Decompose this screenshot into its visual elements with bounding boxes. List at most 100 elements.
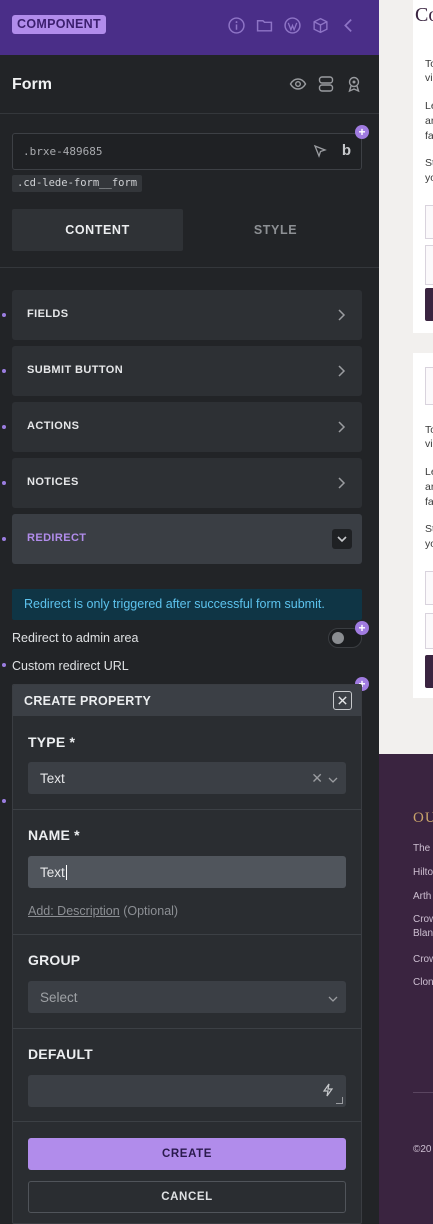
modal-header: CREATE PROPERTY <box>13 685 361 716</box>
divider <box>13 809 361 810</box>
box-icon[interactable] <box>312 17 329 34</box>
custom-redirect-label: Custom redirect URL <box>12 659 129 673</box>
preview-text: vi <box>425 438 433 450</box>
group-placeholder: Select <box>40 990 78 1005</box>
default-label: DEFAULT <box>28 1046 93 1062</box>
type-select[interactable]: Text ✕ <box>28 762 346 794</box>
chevron-down-icon[interactable] <box>332 529 352 549</box>
preview-text: St <box>425 523 433 535</box>
close-icon[interactable] <box>333 691 352 710</box>
divider <box>13 1121 361 1122</box>
bolt-icon[interactable] <box>322 1083 334 1097</box>
footer-copyright: ©20 <box>413 1144 432 1155</box>
cancel-button[interactable]: CANCEL <box>28 1181 346 1213</box>
tab-content[interactable]: CONTENT <box>12 209 183 251</box>
preview-text: ar <box>425 481 433 493</box>
selector-id-text: .brxe-489685 <box>23 145 103 158</box>
resize-handle[interactable] <box>336 1097 343 1104</box>
clear-icon[interactable]: ✕ <box>311 770 323 787</box>
preview-text: yo <box>425 538 433 550</box>
bullet-dot <box>2 481 6 485</box>
preview-button <box>425 288 433 321</box>
footer-link: Hilto <box>413 867 433 878</box>
accordion-actions[interactable]: ACTIONS <box>12 402 362 452</box>
chevron-down-icon <box>328 772 338 783</box>
preview-text: Le <box>425 466 433 478</box>
type-value: Text <box>40 771 65 786</box>
tab-style[interactable]: STYLE <box>190 209 361 251</box>
footer-link: Clon <box>413 977 433 988</box>
footer-divider <box>413 1092 433 1093</box>
layers-icon[interactable] <box>317 75 335 93</box>
element-title: Form <box>12 76 52 93</box>
name-input[interactable]: Text <box>28 856 346 888</box>
footer-link: Blan <box>413 928 433 939</box>
accordion-redirect[interactable]: REDIRECT <box>12 514 362 564</box>
create-property-modal: CREATE PROPERTY TYPE * Text ✕ NAME * Tex… <box>12 684 362 1224</box>
badge-icon[interactable] <box>345 75 363 93</box>
optional-hint: (Optional) <box>123 904 179 918</box>
accordion-label: SUBMIT BUTTON <box>27 364 124 376</box>
accordion-fields[interactable]: FIELDS <box>12 290 362 340</box>
builder-panel: COMPONENT Form .brxe-489685 b + .cd-lede… <box>0 0 379 1224</box>
panel-topbar: COMPONENT <box>0 0 379 55</box>
accordion-label: ACTIONS <box>27 420 80 432</box>
tabs-divider <box>0 267 379 268</box>
chevron-right-icon <box>336 364 346 378</box>
folder-icon[interactable] <box>256 17 273 34</box>
bold-b-icon[interactable]: b <box>342 142 351 159</box>
bullet-dot <box>2 369 6 373</box>
modal-title: CREATE PROPERTY <box>24 694 152 708</box>
bullet-dot <box>2 663 6 667</box>
preview-input <box>425 571 433 605</box>
bullet-dot <box>2 799 6 803</box>
cursor-icon[interactable] <box>313 144 327 158</box>
preview-input <box>425 245 433 285</box>
preview-text: ar <box>425 115 433 127</box>
header-icons <box>289 75 363 93</box>
redirect-notice: Redirect is only triggered after success… <box>12 589 362 620</box>
preview-text: yo <box>425 172 433 184</box>
preview-logo: Co <box>415 4 433 26</box>
class-chip[interactable]: .cd-lede-form__form <box>12 175 143 192</box>
add-description[interactable]: Add: Description (Optional) <box>28 904 178 918</box>
preview-text: fa <box>425 496 433 508</box>
default-textarea[interactable] <box>28 1075 346 1107</box>
footer-link: Arth <box>413 891 432 902</box>
footer-heading: OU <box>413 810 433 826</box>
canvas-preview[interactable]: Co To vi Le ar fa St yo To vi Le ar fa S… <box>379 0 433 1224</box>
bullet-dot <box>2 313 6 317</box>
add-class-button[interactable]: + <box>355 125 369 139</box>
redirect-admin-label: Redirect to admin area <box>12 631 139 645</box>
preview-footer: OU The l Hilto Arth Crow Blan Crow Clon … <box>379 754 433 1224</box>
bullet-dot <box>2 537 6 541</box>
chevron-left-icon[interactable] <box>340 17 357 34</box>
add-description-link[interactable]: Add: Description <box>28 904 120 918</box>
preview-input <box>425 367 433 405</box>
accordion-notices[interactable]: NOTICES <box>12 458 362 508</box>
name-label: NAME * <box>28 827 80 843</box>
chevron-right-icon <box>336 308 346 322</box>
info-icon[interactable] <box>228 17 245 34</box>
preview-button <box>425 655 433 688</box>
group-label: GROUP <box>28 952 81 968</box>
preview-input <box>425 613 433 649</box>
topbar-icons <box>228 17 357 34</box>
preview-text: To <box>425 58 433 70</box>
eye-icon[interactable] <box>289 75 307 93</box>
create-button[interactable]: CREATE <box>28 1138 346 1170</box>
toggle-knob <box>332 632 344 644</box>
chevron-right-icon <box>336 476 346 490</box>
component-badge[interactable]: COMPONENT <box>12 15 106 34</box>
divider <box>13 1028 361 1029</box>
add-dynamic-button[interactable]: + <box>355 621 369 635</box>
accordion-label: REDIRECT <box>27 532 87 544</box>
preview-text: St <box>425 157 433 169</box>
chevron-right-icon <box>336 420 346 434</box>
divider <box>13 934 361 935</box>
accordion-submit-button[interactable]: SUBMIT BUTTON <box>12 346 362 396</box>
group-select[interactable]: Select <box>28 981 346 1013</box>
wordpress-icon[interactable] <box>284 17 301 34</box>
css-selector-input[interactable]: .brxe-489685 b <box>12 133 362 170</box>
preview-text: To <box>425 424 433 436</box>
